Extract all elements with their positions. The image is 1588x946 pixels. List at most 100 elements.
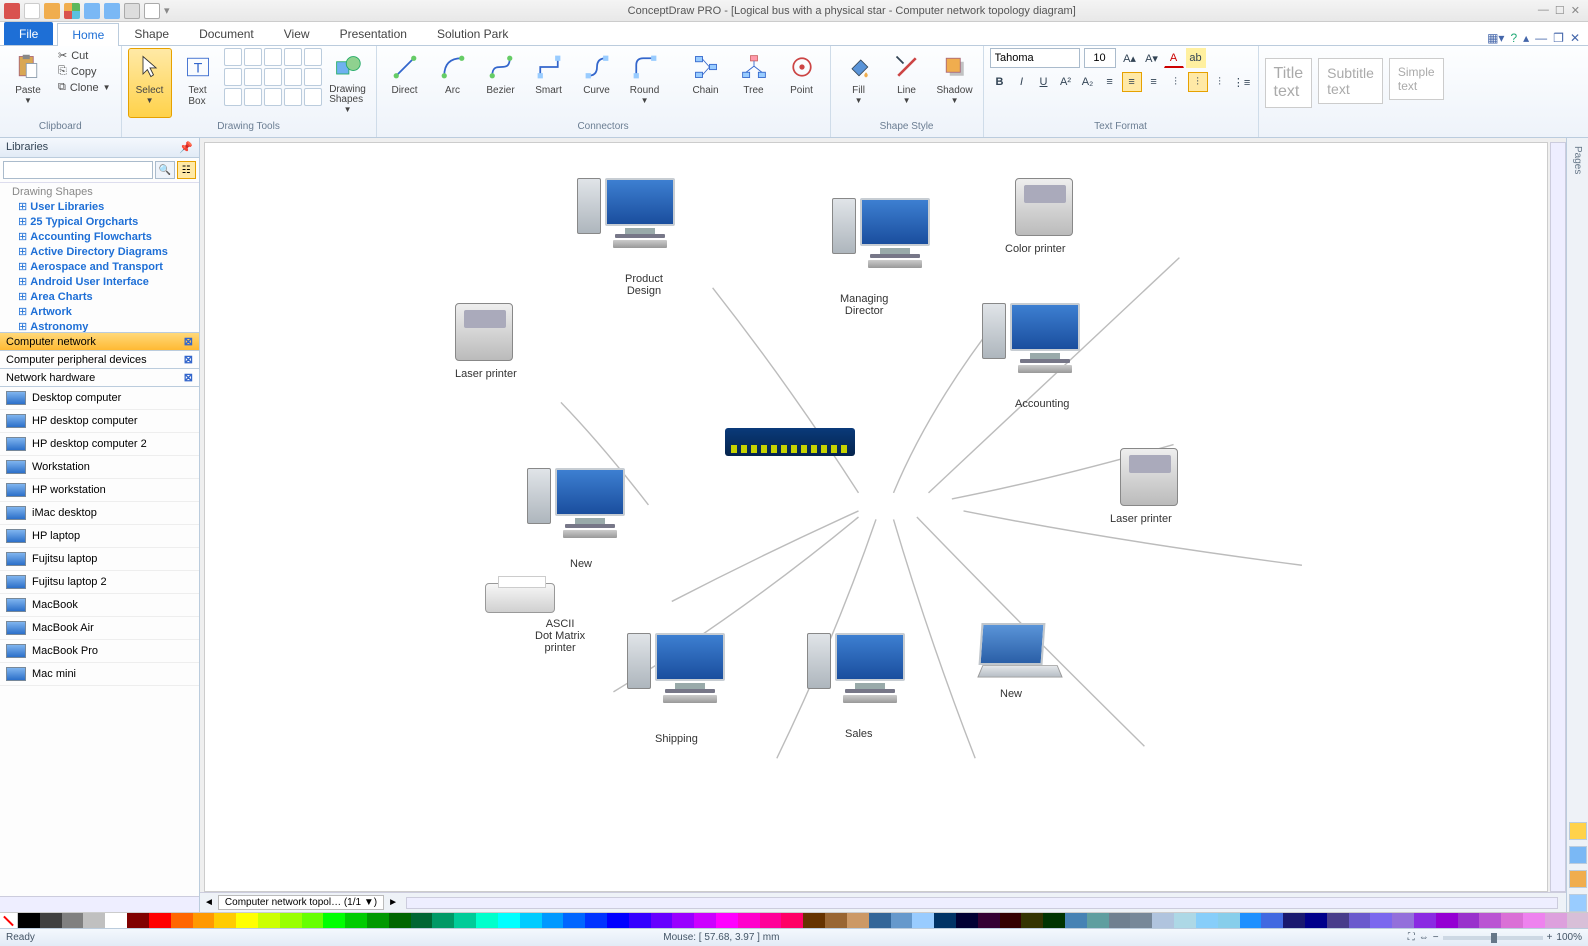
tool-rect[interactable] [224, 48, 242, 66]
textbox-button[interactable]: T Text Box [176, 48, 220, 118]
subscript-button[interactable]: A₂ [1078, 72, 1098, 92]
color-swatch[interactable] [1458, 913, 1480, 928]
color-swatch[interactable] [672, 913, 694, 928]
rail-btn-1[interactable] [1569, 822, 1587, 840]
color-swatch[interactable] [236, 913, 258, 928]
color-swatch[interactable] [956, 913, 978, 928]
color-swatch[interactable] [869, 913, 891, 928]
chain-button[interactable]: Chain [684, 48, 728, 118]
print-icon[interactable] [124, 3, 140, 19]
color-swatch[interactable] [1349, 913, 1371, 928]
color-swatch[interactable] [83, 913, 105, 928]
shadow-button[interactable]: Shadow▼ [933, 48, 977, 118]
page-icon[interactable] [144, 3, 160, 19]
library-tab[interactable]: Computer peripheral devices⊠ [0, 351, 199, 369]
color-swatch[interactable] [411, 913, 433, 928]
color-swatch[interactable] [1174, 913, 1196, 928]
minimize-icon[interactable]: — [1538, 4, 1549, 17]
tree-toggle-icon[interactable]: ☷ [177, 161, 197, 179]
diagram-canvas[interactable]: Laser printerProduct DesignManaging Dire… [204, 142, 1548, 892]
shape-item[interactable]: MacBook Pro [0, 640, 199, 663]
ribbon-min-icon[interactable]: ▴ [1523, 31, 1529, 45]
shape-item[interactable]: HP desktop computer [0, 410, 199, 433]
line-button[interactable]: Line▼ [885, 48, 929, 118]
font-size-combo[interactable] [1084, 48, 1116, 68]
color-swatch[interactable] [280, 913, 302, 928]
color-swatch[interactable] [149, 913, 171, 928]
color-swatch[interactable] [127, 913, 149, 928]
shape-item[interactable]: Fujitsu laptop 2 [0, 571, 199, 594]
color-swatch[interactable] [171, 913, 193, 928]
color-swatch[interactable] [1567, 913, 1588, 928]
font-grow-icon[interactable]: A▴ [1120, 48, 1140, 68]
shape-item[interactable]: Fujitsu laptop [0, 548, 199, 571]
shape-item[interactable]: MacBook Air [0, 617, 199, 640]
direct-button[interactable]: Direct [383, 48, 427, 118]
color-swatch[interactable] [1109, 913, 1131, 928]
color-swatch[interactable] [607, 913, 629, 928]
diagram-node-laptop[interactable] [980, 623, 1060, 679]
diagram-node-shipping[interactable] [655, 633, 725, 703]
align-right-button[interactable]: ≡ [1144, 72, 1164, 92]
tree-button[interactable]: Tree [732, 48, 776, 118]
tool-line[interactable] [244, 48, 262, 66]
color-swatch[interactable] [193, 913, 215, 928]
close-tab-icon[interactable]: ⊠ [184, 335, 193, 348]
tool-a[interactable] [224, 88, 242, 106]
rail-btn-3[interactable] [1569, 870, 1587, 888]
diagram-node-sales[interactable] [835, 633, 905, 703]
color-swatch[interactable] [760, 913, 782, 928]
tool-arc[interactable] [264, 48, 282, 66]
library-tree[interactable]: Drawing Shapes ⊞ User Libraries⊞ 25 Typi… [0, 183, 199, 333]
color-swatch[interactable] [345, 913, 367, 928]
color-swatch[interactable] [825, 913, 847, 928]
color-swatch[interactable] [847, 913, 869, 928]
round-button[interactable]: Round▼ [623, 48, 667, 118]
tab-home[interactable]: Home [57, 23, 119, 46]
color-swatch[interactable] [1436, 913, 1458, 928]
font-family-combo[interactable] [990, 48, 1080, 68]
tree-node[interactable]: ⊞ 25 Typical Orgcharts [4, 214, 195, 229]
color-swatch[interactable] [651, 913, 673, 928]
qat-dropdown-icon[interactable]: ▾ [164, 4, 170, 17]
diagram-node-ascii[interactable] [485, 583, 555, 613]
zoom-in-icon[interactable]: + [1547, 932, 1553, 943]
diagram-node-colorp[interactable] [1015, 178, 1073, 236]
bullets-button[interactable]: ⋮≡ [1232, 72, 1252, 92]
color-swatch[interactable] [323, 913, 345, 928]
color-swatch[interactable] [1370, 913, 1392, 928]
diagram-node-product[interactable] [605, 178, 675, 248]
color-swatch[interactable] [934, 913, 956, 928]
color-swatch[interactable] [1392, 913, 1414, 928]
underline-button[interactable]: U [1034, 72, 1054, 92]
help-icon[interactable]: ? [1510, 31, 1517, 45]
color-swatch[interactable] [40, 913, 62, 928]
fit-page-icon[interactable]: ⛶ [1408, 932, 1415, 943]
color-swatch[interactable] [1240, 913, 1262, 928]
tool-more[interactable] [304, 68, 322, 86]
color-swatch[interactable] [454, 913, 476, 928]
copy-button[interactable]: ⎘Copy [54, 64, 115, 79]
diagram-node-director[interactable] [860, 198, 930, 268]
color-swatch[interactable] [1152, 913, 1174, 928]
tab-shape[interactable]: Shape [119, 22, 184, 45]
color-swatch[interactable] [1327, 913, 1349, 928]
color-swatch[interactable] [432, 913, 454, 928]
tool-arrow[interactable] [284, 68, 302, 86]
library-tab[interactable]: Network hardware⊠ [0, 369, 199, 387]
zoom-slider[interactable] [1443, 936, 1543, 940]
color-swatch[interactable] [1305, 913, 1327, 928]
color-swatch[interactable] [1501, 913, 1523, 928]
cut-button[interactable]: ✂Cut [54, 48, 115, 63]
tool-star[interactable] [264, 68, 282, 86]
color-swatch[interactable] [367, 913, 389, 928]
diagram-node-laser2[interactable] [1120, 448, 1178, 506]
shape-list[interactable]: Desktop computerHP desktop computerHP de… [0, 387, 199, 896]
no-fill-swatch[interactable] [0, 913, 18, 928]
bold-button[interactable]: B [990, 72, 1010, 92]
color-swatch[interactable] [1545, 913, 1567, 928]
color-swatch[interactable] [520, 913, 542, 928]
options-icon[interactable]: ▦▾ [1487, 31, 1504, 45]
color-swatch[interactable] [1000, 913, 1022, 928]
color-swatch[interactable] [1130, 913, 1152, 928]
